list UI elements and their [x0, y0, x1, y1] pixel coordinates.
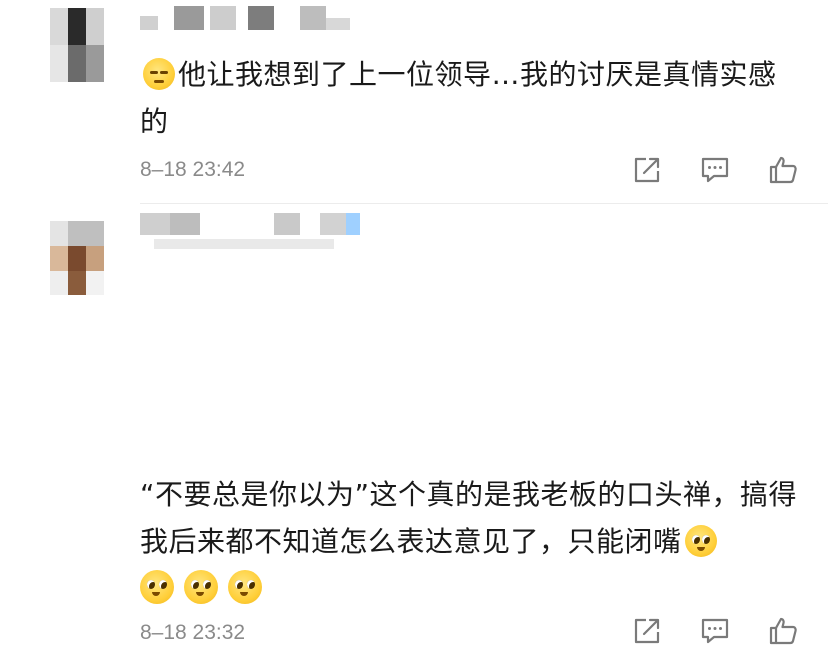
reply-icon [701, 618, 729, 644]
comment-divider [140, 203, 828, 204]
like-button[interactable] [766, 153, 800, 187]
like-button[interactable] [766, 614, 800, 648]
username-redacted[interactable] [140, 209, 360, 253]
reply-icon [701, 157, 729, 183]
like-icon [769, 156, 797, 184]
pleading-face-emoji-icon [228, 570, 262, 604]
comment-actions [630, 153, 800, 187]
pleading-face-emoji-icon [684, 525, 717, 557]
avatar[interactable] [50, 8, 104, 82]
username-redacted[interactable] [140, 4, 360, 30]
shy-face-emoji-icon [143, 58, 175, 90]
pleading-face-emoji-icon [140, 570, 174, 604]
share-icon [634, 157, 660, 183]
reply-button[interactable] [698, 614, 732, 648]
like-icon [769, 617, 797, 645]
pleading-face-emoji-icon [184, 570, 218, 604]
share-button[interactable] [630, 614, 664, 648]
comment-item: “不要总是你以为”这个真的是我老板的口头禅，搞得我后来都不知道怎么表达意见了，只… [0, 205, 828, 645]
comment-body: 他让我想到了上一位领导…我的讨厌是真情实感的 [140, 58, 777, 138]
comment-timestamp: 8–18 23:42 [140, 158, 246, 181]
comment-text: 他让我想到了上一位领导…我的讨厌是真情实感的 [140, 51, 800, 145]
comment-timestamp: 8–18 23:32 [140, 621, 246, 644]
share-icon [634, 618, 660, 644]
comment-text: “不要总是你以为”这个真的是我老板的口头禅，搞得我后来都不知道怎么表达意见了，只… [140, 471, 800, 612]
reply-button[interactable] [698, 153, 732, 187]
avatar[interactable] [50, 221, 104, 295]
comment-item: 他让我想到了上一位领导…我的讨厌是真情实感的 8–18 23:42 [0, 0, 828, 203]
share-button[interactable] [630, 153, 664, 187]
comment-actions [630, 614, 800, 648]
emoji-row [140, 565, 800, 612]
